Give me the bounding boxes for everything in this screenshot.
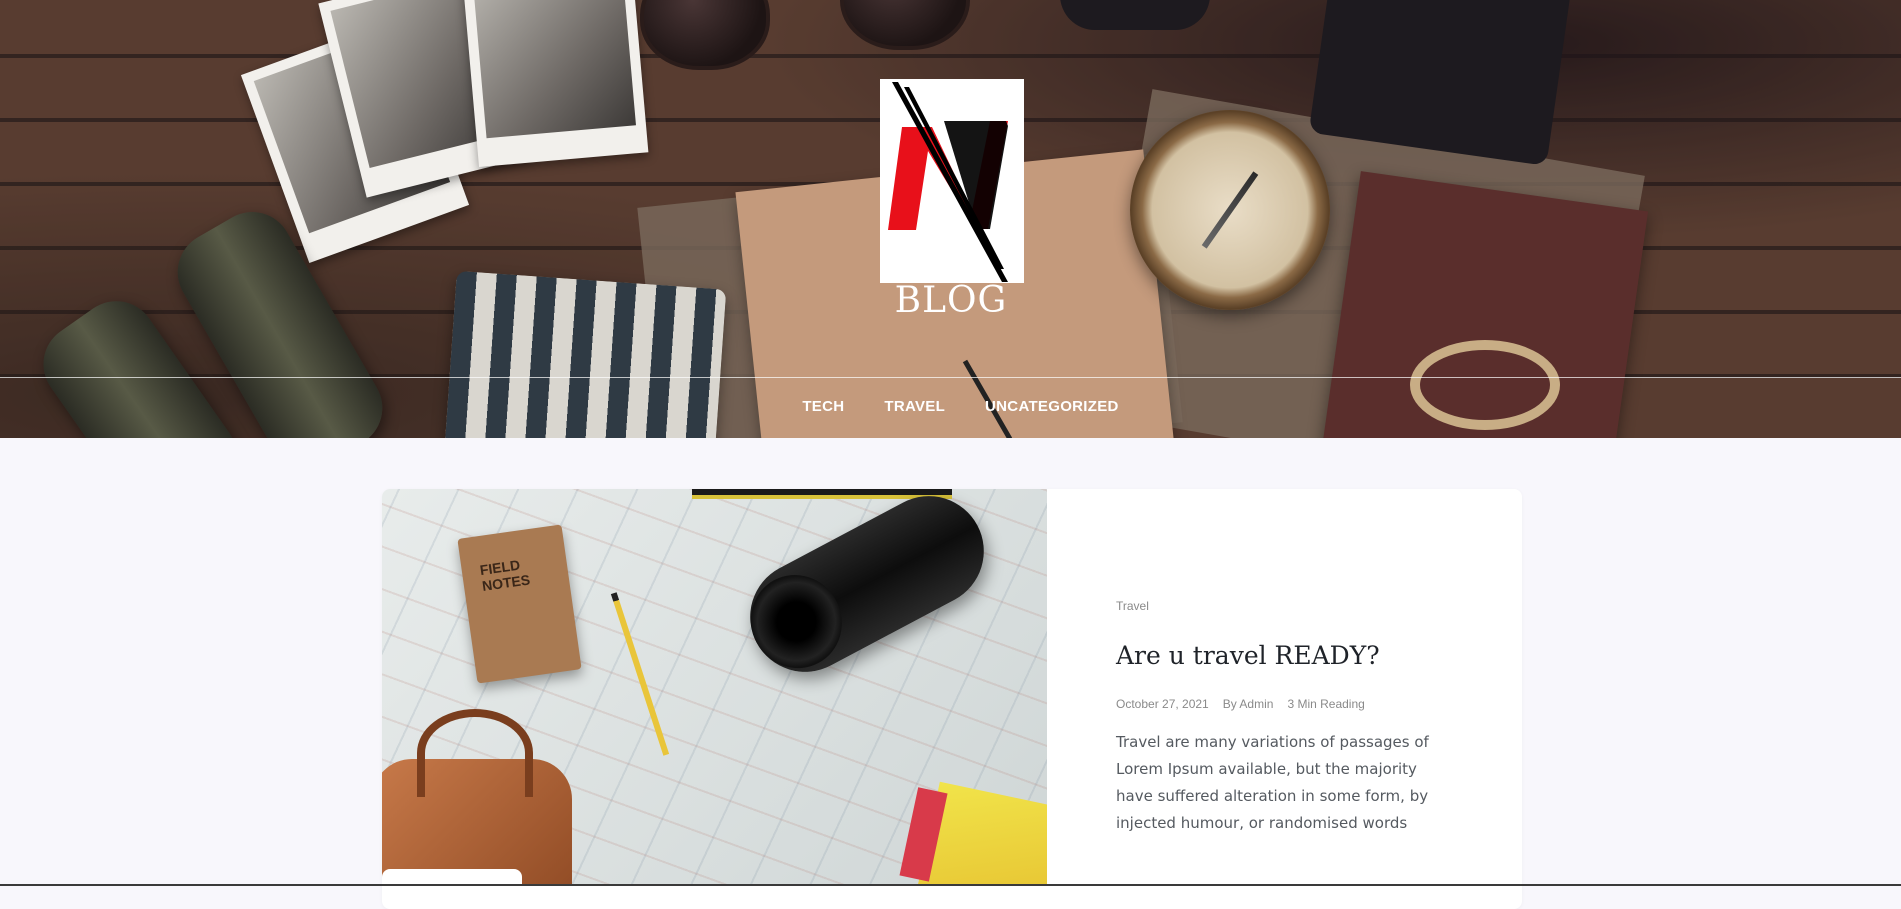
pencil-image — [610, 592, 670, 756]
main-nav: TECH TRAVEL UNCATEGORIZED — [0, 398, 1901, 415]
hero-polaroid-3 — [461, 0, 649, 168]
field-notes-notebook: FIELD NOTES — [457, 524, 582, 684]
nav-item-uncategorized[interactable]: UNCATEGORIZED — [985, 398, 1119, 415]
post-author[interactable]: By Admin — [1223, 697, 1274, 711]
post-excerpt: Travel are many variations of passages o… — [1116, 733, 1429, 832]
post-title[interactable]: Are u travel READY? — [1116, 641, 1380, 670]
site-logo[interactable] — [880, 79, 1024, 283]
post-reading-time: 3 Min Reading — [1287, 697, 1365, 711]
post-featured-image[interactable]: FIELD NOTES — [382, 489, 1047, 886]
post-card: FIELD NOTES Travel Are u travel READY? O… — [382, 489, 1522, 909]
nav-item-tech[interactable]: TECH — [802, 398, 844, 415]
post-date[interactable]: October 27, 2021 — [1116, 697, 1209, 711]
hero-compass — [1130, 110, 1330, 310]
post-category-link[interactable]: Travel — [1116, 599, 1149, 613]
bag-image — [382, 709, 572, 886]
post-meta: October 27, 2021 By Admin 3 Min Reading — [1116, 697, 1365, 711]
field-notes-label: FIELD NOTES — [478, 556, 532, 594]
camera-lens-image — [730, 489, 1004, 692]
maps-image — [916, 781, 1047, 886]
hero-divider — [0, 377, 1901, 378]
hero-twine — [1410, 340, 1560, 430]
site-title[interactable]: BLOG — [800, 280, 1102, 321]
nav-item-travel[interactable]: TRAVEL — [884, 398, 945, 415]
hero-banner: BLOG TECH TRAVEL UNCATEGORIZED — [0, 0, 1901, 438]
logo-n-icon — [888, 82, 1008, 282]
hero-lens — [1060, 0, 1210, 30]
